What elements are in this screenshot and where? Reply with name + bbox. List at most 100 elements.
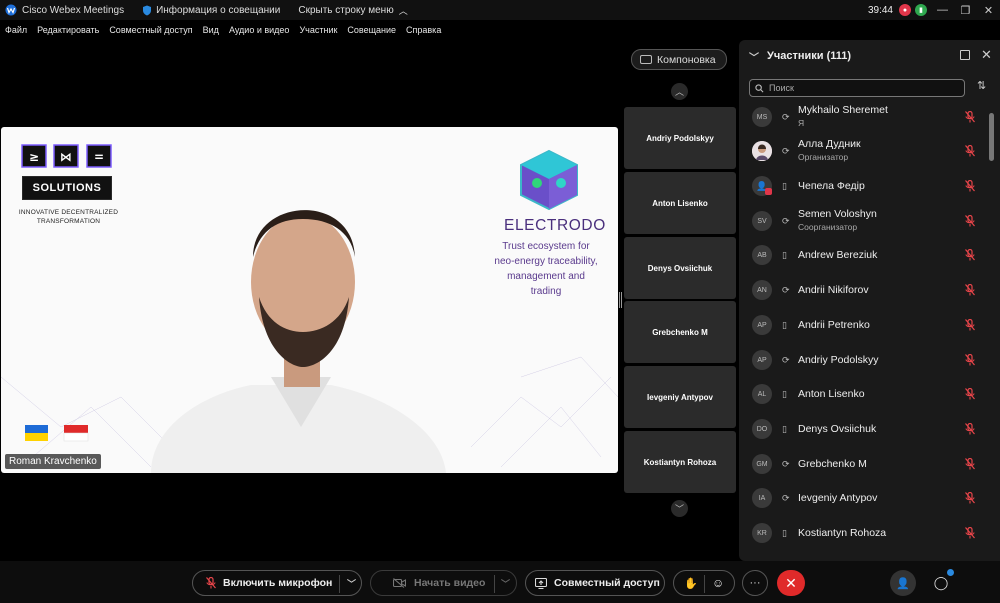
search-icon [755, 83, 764, 92]
menu-participant[interactable]: Участник [299, 25, 337, 35]
participant-row[interactable]: AN ⟳ Andrii Nikiforov [739, 273, 989, 307]
participant-name: Denys Ovsiichuk [798, 423, 877, 435]
leave-meeting-button[interactable]: ✕ [777, 570, 805, 596]
thumbnail-video[interactable]: Ievgeniy Antypov [624, 366, 736, 428]
resize-handle[interactable] [619, 292, 622, 308]
participant-search-input[interactable]: Поиск [749, 79, 965, 97]
mic-muted-icon[interactable] [965, 180, 975, 192]
unmute-button[interactable]: Включить микрофон ﹀ [192, 570, 362, 596]
participant-row[interactable]: AB ▯ Andrew Bereziuk [739, 238, 989, 272]
participant-row[interactable]: SV ⟳ Semen Voloshyn Соорганизатор [739, 204, 989, 238]
participant-name: Kostiantyn Rohoza [798, 527, 887, 539]
mic-muted-icon[interactable] [965, 145, 975, 157]
more-options-button[interactable]: ··· [742, 570, 768, 596]
start-video-button[interactable]: Начать видео ﹀ [370, 570, 517, 596]
hide-menu-button[interactable]: Скрыть строку меню ︿ [298, 4, 407, 17]
scroll-up-icon[interactable]: ︿ [671, 83, 688, 100]
meeting-toolbar: Включить микрофон ﹀ Начать видео ﹀ Совме… [0, 561, 1000, 603]
participant-row[interactable]: AP ⟳ Andriy Podolskyy [739, 343, 989, 377]
menu-view[interactable]: Вид [203, 25, 219, 35]
mic-muted-icon[interactable] [965, 423, 975, 435]
participant-name: Andriy Podolskyy [798, 354, 879, 366]
thumbnail-video[interactable]: Anton Lisenko [624, 172, 736, 234]
restore-icon[interactable]: ❐ [954, 4, 977, 17]
avatar [752, 141, 772, 161]
panel-scrollbar[interactable] [989, 113, 994, 551]
participant-name: Ievgeniy Antypov [798, 492, 878, 504]
mic-muted-icon[interactable] [965, 527, 975, 539]
layout-button[interactable]: Компоновка [631, 49, 727, 70]
thumbnail-video[interactable]: Denys Ovsiichuk [624, 237, 736, 299]
scroll-down-icon[interactable]: ﹀ [671, 500, 688, 517]
mic-muted-icon[interactable] [965, 249, 975, 261]
mic-muted-icon[interactable] [965, 492, 975, 504]
mic-muted-icon[interactable] [965, 215, 975, 227]
reactions-icon[interactable]: ☺ [712, 576, 724, 590]
network-stats-icon[interactable]: ▮ [915, 4, 927, 16]
menu-meeting[interactable]: Совещание [347, 25, 396, 35]
panel-header: ﹀ Участники (111) ✕ [739, 40, 1000, 72]
minimize-icon[interactable]: — [931, 4, 954, 16]
participant-row[interactable]: AL ▯ Anton Lisenko [739, 377, 989, 411]
main-video[interactable]: ≥ ⋈ = SOLUTIONS INNOVATIVE DECENTRALIZED… [1, 127, 618, 473]
mic-muted-icon[interactable] [965, 354, 975, 366]
menu-edit[interactable]: Редактировать [37, 25, 99, 35]
collapse-chevron-icon[interactable]: ﹀ [749, 49, 759, 64]
thumbnail-video[interactable]: Andriy Podolskyy [624, 107, 736, 169]
participants-toggle-icon[interactable]: 👤 [890, 570, 916, 596]
participant-row[interactable]: 👤 ▯ Чепела Федір [739, 169, 989, 203]
phone-icon: ▯ [782, 249, 787, 260]
speaker-name-label: Roman Kravchenko [5, 454, 101, 469]
layout-icon [640, 55, 652, 64]
avatar: AB [752, 245, 772, 265]
record-icon[interactable]: ● [899, 4, 911, 16]
meeting-timer: 39:44 [867, 4, 893, 16]
avatar: AP [752, 350, 772, 370]
close-panel-icon[interactable]: ✕ [981, 47, 992, 63]
participant-row[interactable]: IA ⟳ Ievgeniy Antypov [739, 481, 989, 515]
menu-file[interactable]: Файл [5, 25, 27, 35]
electrodo-sub-2: neo-energy traceability, [494, 256, 598, 267]
raise-hand-icon[interactable]: ✋ [684, 577, 698, 590]
popout-icon[interactable] [960, 50, 970, 60]
participant-row[interactable]: GM ⟳ Grebchenko M [739, 447, 989, 481]
menu-help[interactable]: Справка [406, 25, 441, 35]
chat-icon[interactable]: ◯ [928, 569, 954, 596]
sort-icon[interactable]: ⇅ [977, 79, 986, 92]
participant-name: Andrii Nikiforov [798, 284, 869, 296]
thumbnail-video[interactable]: Grebchenko M [624, 301, 736, 363]
menu-audio-video[interactable]: Аудио и видео [229, 25, 290, 35]
participant-name: Anton Lisenko [798, 388, 865, 400]
participant-role: Я [798, 118, 805, 128]
participant-name: Алла Дудник [798, 138, 861, 150]
mic-muted-icon[interactable] [965, 458, 975, 470]
participant-row[interactable]: AP ▯ Andrii Petrenko [739, 308, 989, 342]
sync-icon: ⟳ [782, 354, 790, 365]
video-options-chevron-icon[interactable]: ﹀ [501, 577, 510, 590]
share-button[interactable]: Совместный доступ [525, 570, 665, 596]
mic-options-chevron-icon[interactable]: ﹀ [347, 577, 356, 590]
menu-share[interactable]: Совместный доступ [109, 25, 192, 35]
electrodo-title: ELECTRODO [504, 217, 606, 234]
participant-row[interactable]: ⟳ Алла Дудник Организатор [739, 134, 989, 168]
meeting-info-button[interactable]: Информация о совещании [142, 5, 280, 16]
participant-name: Grebchenko M [798, 458, 867, 470]
participant-row[interactable]: KR ▯ Kostiantyn Rohoza [739, 516, 989, 550]
slide-tagline-1: INNOVATIVE DECENTRALIZED [18, 209, 119, 216]
electrodo-sub-4: trading [530, 286, 562, 297]
participant-row[interactable]: DO ▯ Denys Ovsiichuk [739, 412, 989, 446]
sync-icon: ⟳ [782, 215, 790, 226]
thumbnail-video[interactable]: Kostiantyn Rohoza [624, 431, 736, 493]
sync-icon: ⟳ [782, 284, 790, 295]
mic-muted-icon[interactable] [965, 111, 975, 123]
hide-menu-label: Скрыть строку меню [298, 4, 394, 16]
mic-muted-icon[interactable] [965, 319, 975, 331]
avatar: 👤 [752, 176, 772, 196]
participant-row[interactable]: MS ⟳ Mykhailo Sheremet Я [739, 100, 989, 134]
share-screen-icon [535, 577, 547, 589]
close-window-icon[interactable]: ✕ [977, 4, 1000, 17]
participants-title: Участники (111) [767, 50, 852, 62]
mic-muted-icon[interactable] [965, 388, 975, 400]
mic-muted-icon[interactable] [965, 284, 975, 296]
participant-role: Организатор [798, 152, 849, 162]
